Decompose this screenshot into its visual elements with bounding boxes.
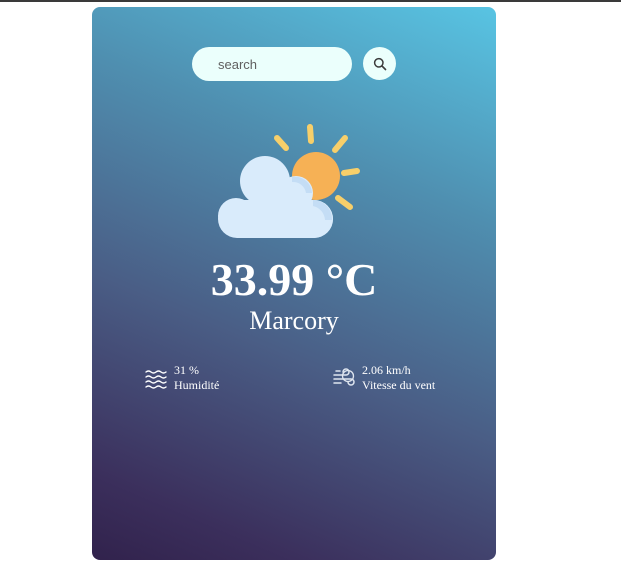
browser-top-border bbox=[0, 0, 621, 2]
partly-cloudy-icon bbox=[214, 115, 374, 239]
wind-speed-value: 2.06 km/h bbox=[362, 363, 411, 377]
search-input[interactable] bbox=[192, 47, 352, 81]
wind-speed-label: Vitesse du vent bbox=[362, 378, 436, 392]
weather-card: 33.99 °C Marcory 31 % Humidité bbox=[92, 7, 496, 560]
search-bar bbox=[192, 47, 396, 81]
humidity-value: 31 % bbox=[174, 363, 199, 377]
temperature: 33.99 °C bbox=[210, 254, 378, 305]
humidity-label: Humidité bbox=[174, 378, 220, 392]
search-icon bbox=[373, 57, 387, 71]
humidity-waves-icon bbox=[145, 367, 167, 389]
wind-detail: 2.06 km/h Vitesse du vent bbox=[333, 363, 435, 393]
humidity-detail: 31 % Humidité bbox=[145, 363, 219, 393]
city-name: Marcory bbox=[249, 306, 339, 335]
search-button[interactable] bbox=[363, 47, 396, 80]
wind-icon bbox=[333, 367, 355, 389]
